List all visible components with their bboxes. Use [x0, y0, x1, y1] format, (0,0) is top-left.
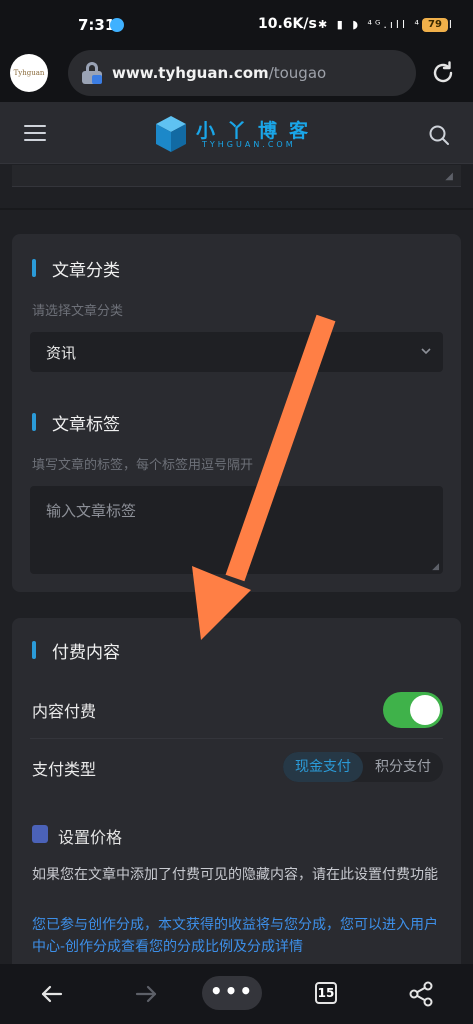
tags-title-label: 文章标签 [52, 415, 120, 435]
category-tags-card: 文章分类 请选择文章分类 资讯 文章标签 填写文章的标签，每个标签用逗号隔开 输… [12, 234, 461, 592]
price-description: 如果您在文章中添加了付费可见的隐藏内容，请在此设置付费功能 [32, 867, 438, 883]
status-bar: 7:31 10.6K/s ✱ ▮ ◗ ⁴ᴳ.ıll ⁴ᴳ.ıll 79 [0, 0, 473, 44]
revenue-share-notice[interactable]: 您已参与创作分成，本文获得的收益将与您分成，您可以进入用户中心-创作分成查看您的… [32, 914, 442, 958]
tags-hint: 填写文章的标签，每个标签用逗号隔开 [32, 458, 254, 473]
resize-grip-icon[interactable]: ◢ [445, 171, 453, 182]
category-select[interactable]: 资讯 [30, 332, 443, 372]
category-selected-value: 资讯 [46, 344, 77, 362]
site-favicon[interactable]: Tyhguan [10, 54, 48, 92]
category-title-label: 文章分类 [52, 261, 120, 281]
section-divider [0, 208, 473, 210]
paid-title-label: 付费内容 [52, 643, 120, 663]
price-tag-icon [32, 825, 48, 843]
tags-placeholder: 输入文章标签 [46, 502, 137, 520]
url-domain: www.tyhguan.com [112, 64, 269, 82]
page: 7:31 10.6K/s ✱ ▮ ◗ ⁴ᴳ.ıll ⁴ᴳ.ıll 79 Tyhg… [0, 0, 473, 1024]
paid-content-card: 付费内容 内容付费 支付类型 现金支付 积分支付 设置价格 如果您在文章中添加了… [12, 618, 461, 978]
pay-option-cash[interactable]: 现金支付 [283, 752, 363, 782]
tab-switcher-button[interactable]: 15 [315, 982, 337, 1004]
paid-toggle-label: 内容付费 [32, 702, 97, 721]
pay-type-segmented: 现金支付 积分支付 [283, 752, 443, 782]
site-header: 小丫博客 TYHGUAN.COM [0, 102, 473, 164]
title-accent-bar [32, 259, 36, 277]
paid-content-toggle[interactable] [383, 692, 443, 728]
pay-type-row: 支付类型 现金支付 积分支付 [12, 740, 461, 796]
notification-app-icon [110, 18, 124, 32]
url-text: www.tyhguan.com/tougao [112, 64, 326, 82]
refresh-icon[interactable] [430, 60, 456, 86]
site-logo[interactable]: 小丫博客 TYHGUAN.COM [152, 114, 327, 154]
brand-name-cn: 小丫博客 [196, 120, 321, 142]
chevron-down-icon [421, 348, 431, 355]
resize-grip-icon[interactable]: ◢ [432, 562, 439, 572]
forward-arrow-icon[interactable] [126, 978, 166, 1010]
network-speed: 10.6K/s [258, 16, 317, 32]
url-path: /tougao [268, 64, 327, 82]
category-hint: 请选择文章分类 [32, 304, 124, 319]
title-accent-bar [32, 413, 36, 431]
browser-bottom-nav: ••• 15 [0, 964, 473, 1024]
lock-icon [82, 62, 102, 84]
toggle-knob [410, 695, 440, 725]
browser-toolbar: Tyhguan www.tyhguan.com/tougao [0, 44, 473, 102]
battery-icon: 79 [422, 18, 448, 32]
paid-toggle-row: 内容付费 [12, 682, 461, 738]
row-divider [30, 738, 443, 739]
address-bar[interactable]: www.tyhguan.com/tougao [68, 50, 416, 96]
previous-field-bottom: ◢ [12, 165, 461, 187]
back-arrow-icon[interactable] [32, 978, 72, 1010]
share-icon[interactable] [401, 978, 441, 1010]
price-title-label: 设置价格 [58, 828, 123, 847]
more-menu-button[interactable]: ••• [202, 976, 262, 1010]
hamburger-menu-icon[interactable] [24, 125, 46, 141]
search-icon[interactable] [428, 124, 450, 146]
pay-option-points[interactable]: 积分支付 [363, 752, 443, 782]
tags-input[interactable]: 输入文章标签 ◢ [30, 486, 443, 574]
title-accent-bar [32, 641, 36, 659]
brand-name-en: TYHGUAN.COM [202, 140, 296, 149]
pay-type-label: 支付类型 [32, 760, 97, 779]
cube-logo-icon [156, 116, 186, 152]
